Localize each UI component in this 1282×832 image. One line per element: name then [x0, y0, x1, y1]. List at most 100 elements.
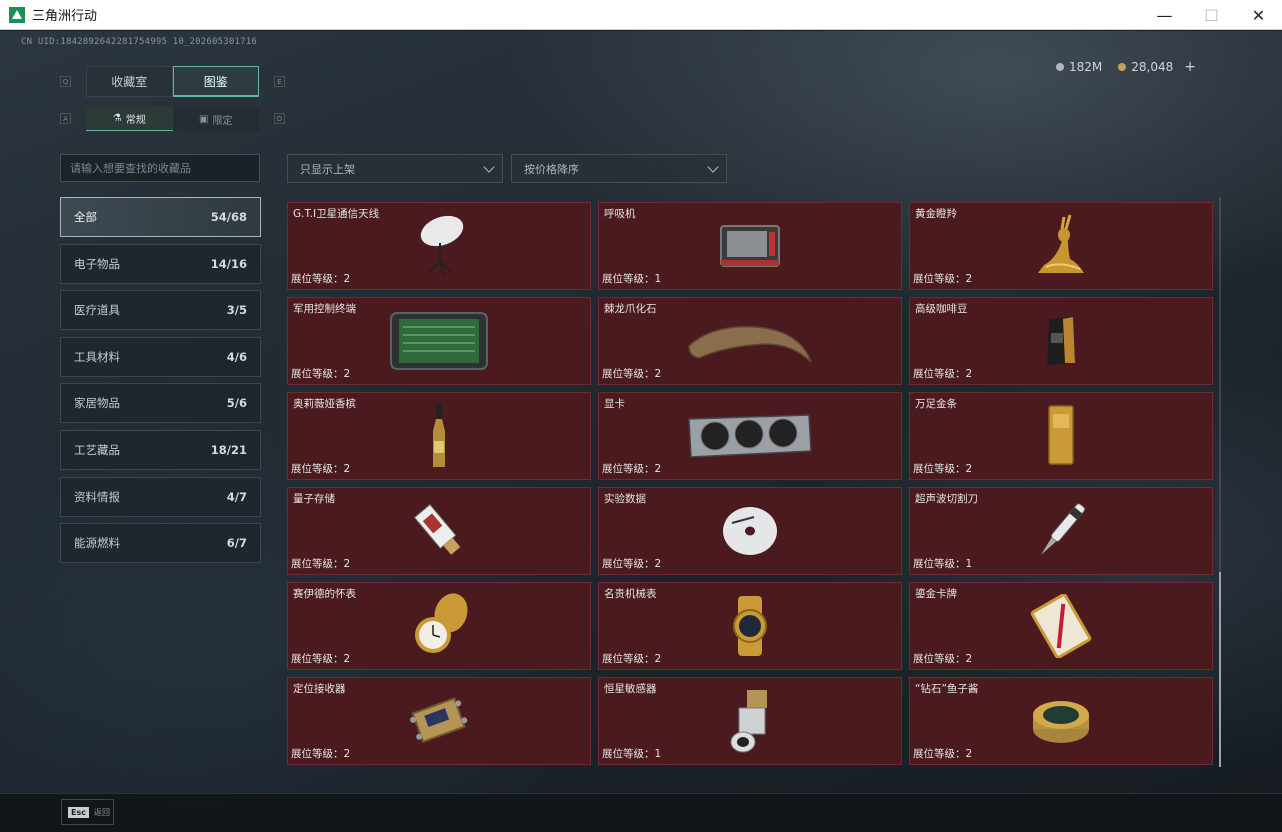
item-name: 恒星敏感器 — [604, 683, 657, 695]
item-card[interactable]: 显卡 展位等级：2 — [598, 392, 902, 480]
item-name: 超声波切割刀 — [915, 493, 978, 505]
category-count: 6/7 — [226, 536, 247, 551]
category-tools[interactable]: 工具材料 4/6 — [60, 336, 261, 377]
currency-silver: 182M — [1056, 60, 1102, 74]
item-card[interactable]: 呼吸机 展位等级：1 — [598, 202, 902, 290]
category-count: 4/6 — [226, 349, 247, 364]
subtab-regular-label: 常规 — [125, 115, 146, 126]
category-label: 资料情报 — [74, 489, 120, 504]
graphics-card-icon — [688, 414, 812, 458]
item-level: 展位等级：2 — [602, 368, 662, 380]
minimize-button[interactable]: — — [1141, 0, 1188, 30]
pocket-watch-icon — [415, 593, 468, 653]
close-button[interactable]: ✕ — [1235, 0, 1282, 30]
bottom-bar: Esc 返回 — [0, 793, 1282, 832]
player-uid: CN UID:1842892642281754995 10_2026053017… — [21, 37, 257, 47]
category-all[interactable]: 全部 54/68 — [60, 197, 261, 237]
scrollbar-thumb[interactable] — [1219, 572, 1221, 767]
main-tabs: 收藏室 图鉴 — [86, 66, 259, 97]
item-card[interactable]: G.T.I卫星通信天线 展位等级：2 — [287, 202, 591, 290]
star-sensor-icon — [730, 690, 767, 753]
champagne-bottle-icon — [433, 403, 445, 467]
esc-key-hint: Esc — [68, 806, 89, 818]
caviar-tin-icon — [1033, 701, 1089, 743]
sort-select[interactable]: 按价格降序 — [511, 154, 727, 183]
item-card[interactable]: 量子存储 展位等级：2 — [287, 487, 591, 575]
item-name: 黄金瞪羚 — [915, 208, 957, 220]
item-card[interactable]: 恒星敏感器 展位等级：1 — [598, 677, 902, 765]
back-label: 返回 — [93, 807, 110, 817]
category-electronics[interactable]: 电子物品 14/16 — [60, 243, 261, 284]
category-count: 54/68 — [210, 210, 247, 224]
box-icon: ▣ — [199, 113, 209, 125]
satellite-dish-icon — [420, 215, 464, 276]
subtab-limited[interactable]: ▣ 限定 — [172, 107, 259, 131]
subtab-regular[interactable]: ⚗ 常规 — [86, 107, 173, 131]
item-level: 展位等级：2 — [291, 273, 351, 285]
display-filter-select[interactable]: 只显示上架 — [287, 154, 503, 183]
key-hint-d: D — [274, 113, 285, 124]
item-card[interactable]: 鎏金卡牌 展位等级：2 — [909, 582, 1213, 670]
item-name: “钻石”鱼子酱 — [915, 683, 979, 695]
tab-collection-room[interactable]: 收藏室 — [86, 66, 173, 97]
item-card[interactable]: 奥莉薇娅香槟 展位等级：2 — [287, 392, 591, 480]
item-card[interactable]: 赛伊德的怀表 展位等级：2 — [287, 582, 591, 670]
silver-coin-icon — [1056, 63, 1064, 71]
item-name: 奥莉薇娅香槟 — [293, 398, 356, 410]
tab-catalog[interactable]: 图鉴 — [172, 66, 259, 97]
maximize-button[interactable]: ☐ — [1188, 0, 1235, 30]
grid-scrollbar[interactable] — [1219, 197, 1221, 767]
item-card[interactable]: 万足金条 展位等级：2 — [909, 392, 1213, 480]
back-button[interactable]: Esc 返回 — [61, 799, 114, 825]
item-level: 展位等级：2 — [913, 273, 973, 285]
item-level: 展位等级：2 — [291, 558, 351, 570]
window-titlebar: 三角洲行动 — ☐ ✕ — [0, 0, 1282, 30]
key-hint-q: Q — [60, 76, 71, 87]
category-home[interactable]: 家居物品 5/6 — [60, 383, 261, 424]
item-card[interactable]: 实验数据 展位等级：2 — [598, 487, 902, 575]
gold-amount: 28,048 — [1131, 60, 1174, 74]
item-card[interactable]: 定位接收器 展位等级：2 — [287, 677, 591, 765]
item-card[interactable]: 超声波切割刀 展位等级：1 — [909, 487, 1213, 575]
chevron-down-icon — [483, 161, 495, 173]
gold-coin-icon — [1118, 63, 1127, 71]
item-name: 实验数据 — [604, 493, 646, 505]
silver-amount: 182M — [1069, 60, 1103, 74]
item-card[interactable]: 黄金瞪羚 展位等级：2 — [909, 202, 1213, 290]
item-name: 万足金条 — [915, 398, 957, 410]
display-filter-value: 只显示上架 — [300, 162, 355, 176]
key-hint-a: A — [60, 113, 71, 124]
item-name: 棘龙爪化石 — [604, 303, 657, 315]
category-label: 医疗道具 — [74, 303, 120, 318]
usb-drive-icon — [413, 503, 461, 555]
item-card[interactable]: 名贵机械表 展位等级：2 — [598, 582, 902, 670]
currency-gold[interactable]: 28,048 + — [1118, 59, 1196, 75]
category-label: 能源燃料 — [74, 536, 120, 551]
search-input[interactable] — [60, 154, 260, 182]
item-name: 军用控制终端 — [293, 303, 356, 315]
game-viewport: CN UID:1842892642281754995 10_2026053017… — [0, 31, 1282, 832]
item-level: 展位等级：2 — [602, 463, 662, 475]
item-card[interactable]: 军用控制终端 展位等级：2 — [287, 297, 591, 385]
category-fuel[interactable]: 能源燃料 6/7 — [60, 523, 261, 564]
claw-fossil-icon — [688, 326, 812, 363]
add-currency-button[interactable]: + — [1184, 59, 1196, 75]
item-card[interactable]: 高级咖啡豆 展位等级：2 — [909, 297, 1213, 385]
sub-tabs: ⚗ 常规 ▣ 限定 — [86, 107, 259, 131]
coffee-bag-icon — [1047, 317, 1075, 365]
item-level: 展位等级：2 — [913, 368, 973, 380]
item-level: 展位等级：2 — [913, 653, 973, 665]
item-level: 展位等级：2 — [291, 653, 351, 665]
sort-value: 按价格降序 — [524, 162, 579, 176]
category-label: 工艺藏品 — [74, 442, 120, 457]
category-crafts[interactable]: 工艺藏品 18/21 — [60, 429, 261, 470]
flask-icon: ⚗ — [112, 113, 122, 124]
item-level: 展位等级：2 — [602, 653, 662, 665]
category-label: 家居物品 — [74, 396, 120, 411]
item-card[interactable]: 棘龙爪化石 展位等级：2 — [598, 297, 902, 385]
category-intel[interactable]: 资料情报 4/7 — [60, 476, 261, 517]
category-label: 工具材料 — [74, 349, 120, 364]
category-medical[interactable]: 医疗道具 3/5 — [60, 290, 261, 331]
item-level: 展位等级：1 — [913, 558, 973, 570]
item-card[interactable]: “钻石”鱼子酱 展位等级：2 — [909, 677, 1213, 765]
